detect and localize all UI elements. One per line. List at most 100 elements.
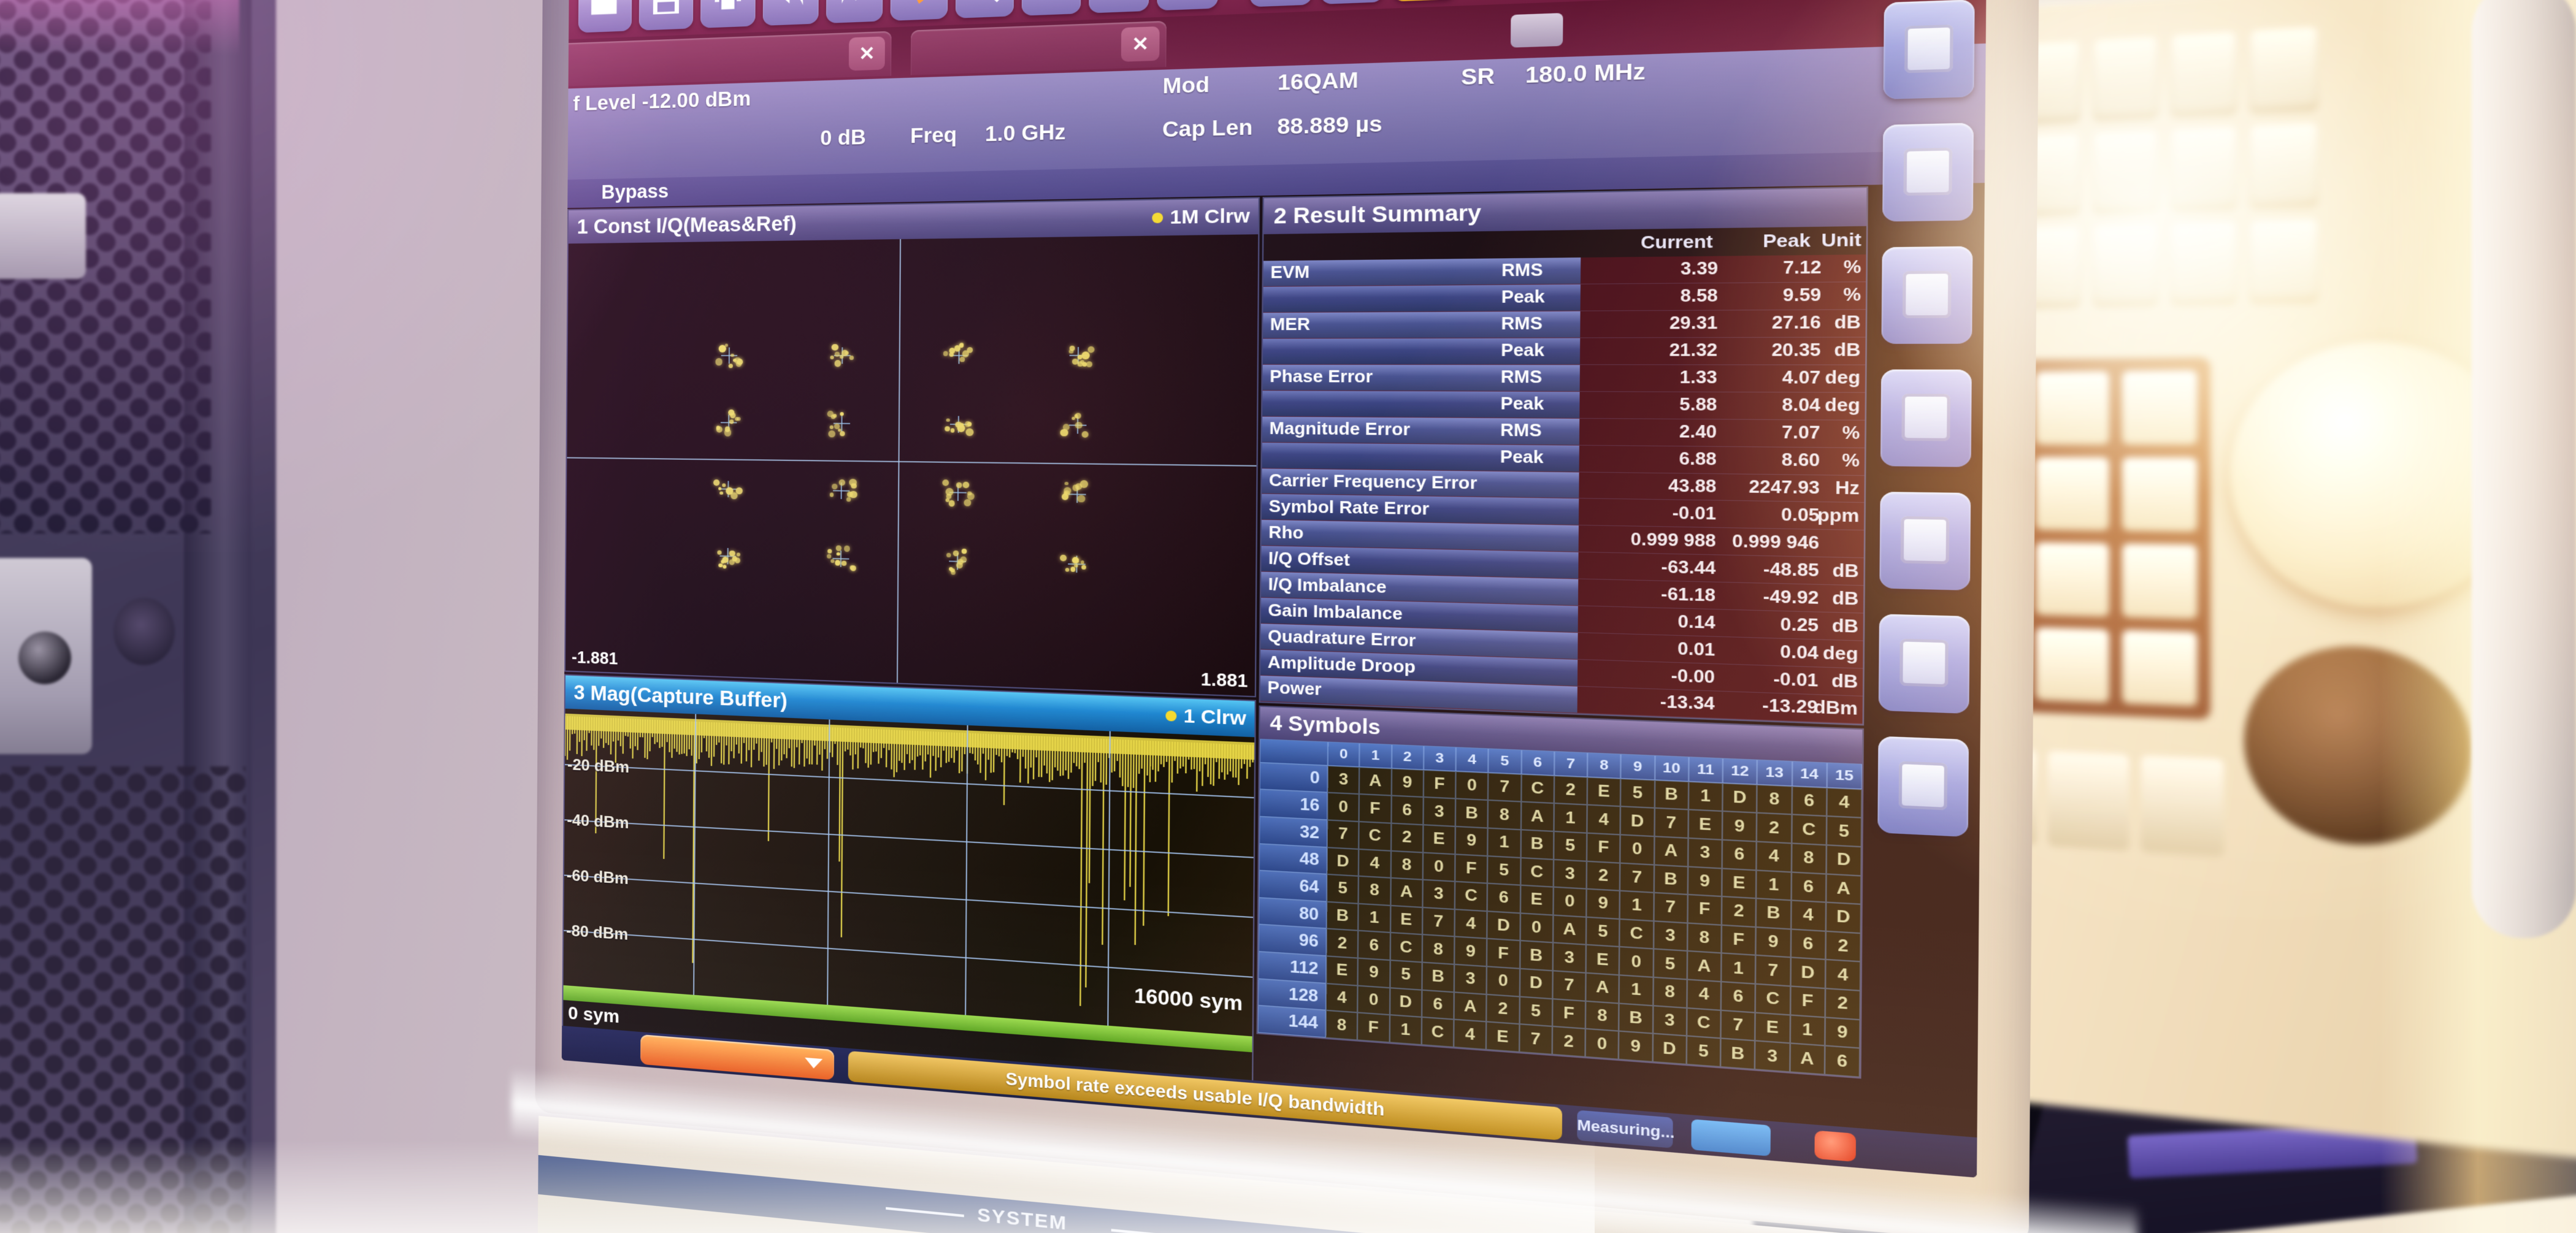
symbol-hex-cell: C bbox=[1421, 1017, 1454, 1047]
constellation-sample bbox=[720, 491, 723, 494]
channel-tab-2[interactable]: ✕ bbox=[911, 21, 1167, 75]
result-peak: -49.92 bbox=[1763, 587, 1819, 609]
symbol-hex-cell: D bbox=[1487, 911, 1520, 941]
constellation-sample bbox=[849, 565, 854, 570]
symbol-hex-cell: B bbox=[1756, 898, 1791, 929]
select-pointer-icon[interactable] bbox=[891, 0, 948, 21]
result-peak: -13.29 bbox=[1762, 696, 1818, 719]
constellation-sample bbox=[724, 427, 730, 432]
channel-tab-1[interactable]: ✕ bbox=[562, 31, 892, 87]
symbol-hex-cell: 4 bbox=[1326, 983, 1358, 1013]
softkey-table[interactable] bbox=[1881, 246, 1972, 344]
context-help-icon[interactable]: ? bbox=[1321, 0, 1384, 4]
result-current: 0.14 bbox=[1677, 612, 1715, 633]
constellation-sample bbox=[946, 418, 950, 422]
result-unit: deg bbox=[1825, 368, 1860, 389]
constellation-sample bbox=[730, 354, 734, 357]
measuring-indicator: Measuring... bbox=[1577, 1110, 1673, 1148]
result-row: Peak21.3220.35dB bbox=[1263, 337, 1866, 365]
constellation-sample bbox=[964, 499, 972, 506]
open-file-icon[interactable] bbox=[578, 0, 632, 33]
symbol-hex-cell: 2 bbox=[1825, 988, 1860, 1020]
softkey-marker[interactable] bbox=[1879, 614, 1970, 714]
multi-window-zoom-icon[interactable] bbox=[1022, 0, 1081, 16]
softkey-settings[interactable] bbox=[1877, 736, 1969, 838]
result-unit: % bbox=[1843, 285, 1861, 306]
symbol-hex-cell: 8 bbox=[1653, 977, 1687, 1008]
redo-icon[interactable] bbox=[826, 0, 883, 23]
print-icon[interactable] bbox=[700, 0, 756, 28]
symbol-hex-cell: B bbox=[1455, 799, 1488, 828]
window-control[interactable] bbox=[1511, 13, 1563, 48]
symbol-hex-cell: 5 bbox=[1554, 831, 1587, 861]
symbol-hex-cell: 9 bbox=[1722, 811, 1757, 841]
constellation-sample bbox=[1081, 565, 1086, 570]
result-summary-window[interactable]: 2 Result Summary Current Peak Unit EVMRM… bbox=[1259, 186, 1868, 726]
symbol-hex-cell: D bbox=[1327, 847, 1359, 876]
softkey-icon bbox=[1903, 148, 1952, 196]
save-icon[interactable] bbox=[639, 0, 694, 31]
softkey-split-display[interactable] bbox=[1882, 123, 1974, 221]
symbol-hex-cell: F bbox=[1359, 794, 1391, 823]
result-peak: 8.04 bbox=[1782, 395, 1820, 416]
constellation-sample bbox=[1070, 567, 1075, 572]
glow-highlight bbox=[0, 0, 239, 55]
constellation-sample bbox=[840, 431, 845, 437]
result-peak: 27.16 bbox=[1772, 313, 1822, 334]
constellation-sample bbox=[946, 553, 951, 558]
undo-icon[interactable] bbox=[763, 0, 819, 26]
symbol-hex-cell: B bbox=[1520, 830, 1554, 859]
symbol-hex-cell: C bbox=[1455, 882, 1487, 911]
symbols-table: 012345678910111213141503A9F07C2E5B1D8641… bbox=[1258, 739, 1862, 1077]
softkey-icon bbox=[1904, 25, 1953, 73]
symbol-hex-cell: 1 bbox=[1756, 870, 1791, 901]
symbols-window[interactable]: 4 Symbols 012345678910111213141503A9F07C… bbox=[1257, 706, 1865, 1079]
symbol-hex-cell: F bbox=[1423, 769, 1455, 798]
close-tab-icon[interactable]: ✕ bbox=[1121, 26, 1160, 62]
symbol-hex-cell: A bbox=[1826, 874, 1861, 904]
mod-value: 16QAM bbox=[1278, 67, 1359, 95]
softkey-windows[interactable] bbox=[1884, 0, 1975, 99]
result-current: -0.00 bbox=[1671, 666, 1715, 687]
symbol-hex-cell: 8 bbox=[1791, 843, 1826, 874]
symbol-hex-cell: 2 bbox=[1552, 1026, 1585, 1056]
zoom-1-1-icon[interactable]: 1:1 bbox=[1089, 0, 1149, 13]
display-icon[interactable] bbox=[1157, 0, 1218, 10]
symbols-col-header: 10 bbox=[1655, 755, 1689, 782]
progress-segment bbox=[1691, 1119, 1771, 1156]
rule-line bbox=[1111, 1229, 1194, 1233]
softkey-zoom-area[interactable] bbox=[1880, 370, 1972, 467]
symbol-hex-cell: 3 bbox=[1688, 838, 1722, 868]
constellation-sample bbox=[1077, 495, 1085, 503]
zoom-icon[interactable] bbox=[956, 0, 1014, 18]
symbol-hex-cell: C bbox=[1359, 822, 1390, 850]
help-icon[interactable]: ? bbox=[1392, 0, 1457, 2]
symbols-col-header: 8 bbox=[1587, 752, 1621, 778]
symbol-hex-cell: F bbox=[1722, 925, 1756, 956]
sequence-refresh-icon[interactable]: S bbox=[1250, 0, 1313, 7]
symbol-hex-cell: 2 bbox=[1486, 994, 1519, 1025]
constellation-window[interactable]: 1 Const I/Q(Meas&Ref) 1M Clrw -1.881 1.8… bbox=[564, 197, 1260, 697]
symbol-hex-cell: E bbox=[1586, 945, 1620, 975]
y-axis-label: -20 dBm bbox=[567, 755, 629, 777]
result-unit: dB bbox=[1834, 340, 1861, 361]
symbol-hex-cell: C bbox=[1792, 815, 1827, 845]
symbol-hex-cell: 4 bbox=[1791, 901, 1826, 931]
symbol-hex-cell: 1 bbox=[1358, 904, 1390, 933]
symbol-hex-cell: 4 bbox=[1587, 805, 1620, 834]
bypass-label: Bypass bbox=[601, 180, 669, 204]
constellation-sample bbox=[836, 545, 841, 551]
symbol-hex-cell: 8 bbox=[1390, 850, 1423, 880]
softkey-trace[interactable] bbox=[1879, 492, 1971, 590]
constellation-sample bbox=[725, 344, 729, 348]
symbol-hex-cell: D bbox=[1826, 845, 1861, 876]
symbol-hex-cell: 1 bbox=[1389, 1015, 1422, 1045]
constellation-sample bbox=[943, 351, 948, 356]
result-current: 3.39 bbox=[1681, 259, 1718, 280]
symbol-hex-cell: 6 bbox=[1358, 931, 1390, 960]
capture-buffer-window[interactable]: 3 Mag(Capture Buffer) 1 Clrw -20 dBm -40… bbox=[562, 674, 1256, 1080]
constellation-sample bbox=[1065, 481, 1068, 485]
symbol-hex-cell: F bbox=[1790, 986, 1825, 1017]
close-tab-icon[interactable]: ✕ bbox=[849, 36, 885, 71]
constellation-sample bbox=[948, 500, 954, 506]
